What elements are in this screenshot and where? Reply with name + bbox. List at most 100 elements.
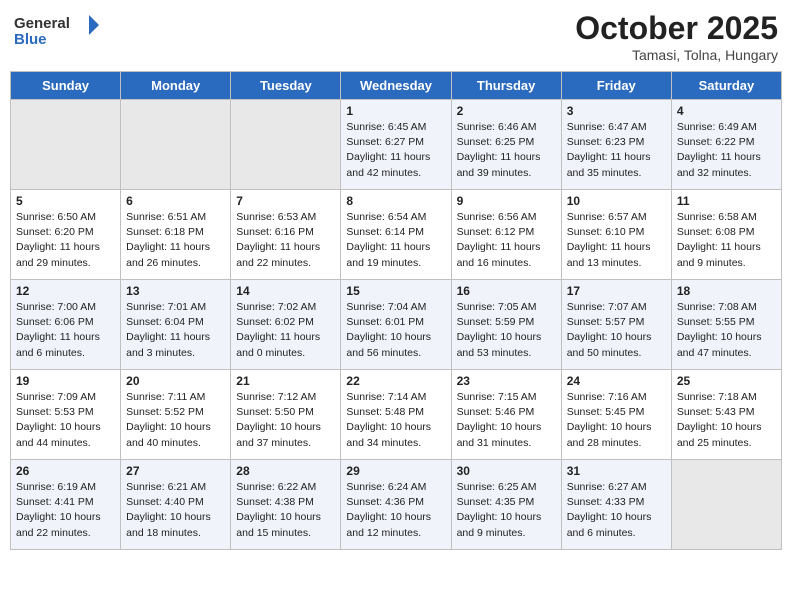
calendar-cell: 11 Sunrise: 6:58 AMSunset: 6:08 PMDayligh… <box>671 190 781 280</box>
day-info: Sunrise: 6:58 AMSunset: 6:08 PMDaylight:… <box>677 210 776 271</box>
calendar-cell: 24 Sunrise: 7:16 AMSunset: 5:45 PMDayligh… <box>561 370 671 460</box>
calendar-cell: 15 Sunrise: 7:04 AMSunset: 6:01 PMDayligh… <box>341 280 451 370</box>
day-number: 5 <box>16 194 115 208</box>
calendar-cell: 23 Sunrise: 7:15 AMSunset: 5:46 PMDayligh… <box>451 370 561 460</box>
calendar-cell: 7 Sunrise: 6:53 AMSunset: 6:16 PMDaylight… <box>231 190 341 280</box>
day-info: Sunrise: 6:53 AMSunset: 6:16 PMDaylight:… <box>236 210 335 271</box>
month-year: October 2025 <box>575 10 778 47</box>
header-day: Saturday <box>671 72 781 100</box>
svg-text:Blue: Blue <box>14 31 47 48</box>
day-number: 12 <box>16 284 115 298</box>
header-day: Tuesday <box>231 72 341 100</box>
calendar-cell: 17Sunrise: 7:07 AMSunset: 5:57 PMDayligh… <box>561 280 671 370</box>
day-info: Sunrise: 6:22 AMSunset: 4:38 PMDaylight:… <box>236 480 335 541</box>
calendar-cell: 26 Sunrise: 6:19 AMSunset: 4:41 PMDayligh… <box>11 460 121 550</box>
calendar-week-row: 12 Sunrise: 7:00 AMSunset: 6:06 PMDayligh… <box>11 280 782 370</box>
day-number: 4 <box>677 104 776 118</box>
calendar-cell: 9 Sunrise: 6:56 AMSunset: 6:12 PMDaylight… <box>451 190 561 280</box>
location: Tamasi, Tolna, Hungary <box>575 47 778 63</box>
day-info: Sunrise: 6:46 AMSunset: 6:25 PMDaylight:… <box>457 120 556 181</box>
logo-icon: General Blue <box>14 10 104 50</box>
day-info: Sunrise: 7:04 AMSunset: 6:01 PMDaylight:… <box>346 300 445 361</box>
day-number: 26 <box>16 464 115 478</box>
day-info: Sunrise: 6:19 AMSunset: 4:41 PMDaylight:… <box>16 480 115 541</box>
calendar-cell: 16 Sunrise: 7:05 AMSunset: 5:59 PMDayligh… <box>451 280 561 370</box>
calendar-cell: 3 Sunrise: 6:47 AMSunset: 6:23 PMDaylight… <box>561 100 671 190</box>
calendar-cell: 5Sunrise: 6:50 AMSunset: 6:20 PMDaylight… <box>11 190 121 280</box>
calendar-cell: 18Sunrise: 7:08 AMSunset: 5:55 PMDayligh… <box>671 280 781 370</box>
calendar-cell <box>121 100 231 190</box>
calendar-cell: 25 Sunrise: 7:18 AMSunset: 5:43 PMDayligh… <box>671 370 781 460</box>
day-info: Sunrise: 7:05 AMSunset: 5:59 PMDaylight:… <box>457 300 556 361</box>
day-info: Sunrise: 6:49 AMSunset: 6:22 PMDaylight:… <box>677 120 776 181</box>
calendar-cell: 30 Sunrise: 6:25 AMSunset: 4:35 PMDayligh… <box>451 460 561 550</box>
calendar-table: SundayMondayTuesdayWednesdayThursdayFrid… <box>10 71 782 550</box>
calendar-cell: 28 Sunrise: 6:22 AMSunset: 4:38 PMDayligh… <box>231 460 341 550</box>
calendar-cell: 4 Sunrise: 6:49 AMSunset: 6:22 PMDaylight… <box>671 100 781 190</box>
day-number: 8 <box>346 194 445 208</box>
header-row: SundayMondayTuesdayWednesdayThursdayFrid… <box>11 72 782 100</box>
day-number: 29 <box>346 464 445 478</box>
calendar-cell: 29 Sunrise: 6:24 AMSunset: 4:36 PMDayligh… <box>341 460 451 550</box>
day-number: 16 <box>457 284 556 298</box>
calendar-week-row: 1Sunrise: 6:45 AMSunset: 6:27 PMDaylight… <box>11 100 782 190</box>
calendar-cell: 6Sunrise: 6:51 AMSunset: 6:18 PMDaylight… <box>121 190 231 280</box>
day-number: 14 <box>236 284 335 298</box>
day-number: 24 <box>567 374 666 388</box>
day-number: 10 <box>567 194 666 208</box>
calendar-cell <box>231 100 341 190</box>
calendar-cell: 21 Sunrise: 7:12 AMSunset: 5:50 PMDayligh… <box>231 370 341 460</box>
calendar-cell <box>11 100 121 190</box>
calendar-cell: 1Sunrise: 6:45 AMSunset: 6:27 PMDaylight… <box>341 100 451 190</box>
calendar-cell: 10 Sunrise: 6:57 AMSunset: 6:10 PMDayligh… <box>561 190 671 280</box>
header-day: Friday <box>561 72 671 100</box>
day-number: 6 <box>126 194 225 208</box>
day-info: Sunrise: 7:16 AMSunset: 5:45 PMDaylight:… <box>567 390 666 451</box>
calendar-cell: 2Sunrise: 6:46 AMSunset: 6:25 PMDaylight… <box>451 100 561 190</box>
day-info: Sunrise: 7:12 AMSunset: 5:50 PMDaylight:… <box>236 390 335 451</box>
day-info: Sunrise: 6:57 AMSunset: 6:10 PMDaylight:… <box>567 210 666 271</box>
header-day: Wednesday <box>341 72 451 100</box>
day-number: 3 <box>567 104 666 118</box>
logo: General Blue <box>14 10 104 50</box>
day-info: Sunrise: 6:56 AMSunset: 6:12 PMDaylight:… <box>457 210 556 271</box>
calendar-cell: 22 Sunrise: 7:14 AMSunset: 5:48 PMDayligh… <box>341 370 451 460</box>
calendar-week-row: 19Sunrise: 7:09 AMSunset: 5:53 PMDayligh… <box>11 370 782 460</box>
day-info: Sunrise: 6:54 AMSunset: 6:14 PMDaylight:… <box>346 210 445 271</box>
day-info: Sunrise: 6:27 AMSunset: 4:33 PMDaylight:… <box>567 480 666 541</box>
calendar-week-row: 26 Sunrise: 6:19 AMSunset: 4:41 PMDayligh… <box>11 460 782 550</box>
header-day: Monday <box>121 72 231 100</box>
day-number: 1 <box>346 104 445 118</box>
day-info: Sunrise: 6:47 AMSunset: 6:23 PMDaylight:… <box>567 120 666 181</box>
day-number: 9 <box>457 194 556 208</box>
day-info: Sunrise: 6:25 AMSunset: 4:35 PMDaylight:… <box>457 480 556 541</box>
day-info: Sunrise: 7:14 AMSunset: 5:48 PMDaylight:… <box>346 390 445 451</box>
day-number: 31 <box>567 464 666 478</box>
day-number: 25 <box>677 374 776 388</box>
day-number: 27 <box>126 464 225 478</box>
day-number: 28 <box>236 464 335 478</box>
day-number: 15 <box>346 284 445 298</box>
day-number: 17 <box>567 284 666 298</box>
day-number: 20 <box>126 374 225 388</box>
day-number: 21 <box>236 374 335 388</box>
header-day: Thursday <box>451 72 561 100</box>
day-number: 11 <box>677 194 776 208</box>
calendar-cell: 14Sunrise: 7:02 AMSunset: 6:02 PMDayligh… <box>231 280 341 370</box>
day-number: 30 <box>457 464 556 478</box>
day-info: Sunrise: 6:24 AMSunset: 4:36 PMDaylight:… <box>346 480 445 541</box>
day-number: 22 <box>346 374 445 388</box>
day-info: Sunrise: 7:18 AMSunset: 5:43 PMDaylight:… <box>677 390 776 451</box>
day-number: 7 <box>236 194 335 208</box>
calendar-cell: 20Sunrise: 7:11 AMSunset: 5:52 PMDayligh… <box>121 370 231 460</box>
day-info: Sunrise: 7:00 AMSunset: 6:06 PMDaylight:… <box>16 300 115 361</box>
calendar-week-row: 5Sunrise: 6:50 AMSunset: 6:20 PMDaylight… <box>11 190 782 280</box>
calendar-cell <box>671 460 781 550</box>
day-number: 23 <box>457 374 556 388</box>
page-header: General Blue October 2025 Tamasi, Tolna,… <box>10 10 782 63</box>
calendar-cell: 19Sunrise: 7:09 AMSunset: 5:53 PMDayligh… <box>11 370 121 460</box>
day-info: Sunrise: 7:09 AMSunset: 5:53 PMDaylight:… <box>16 390 115 451</box>
title-block: October 2025 Tamasi, Tolna, Hungary <box>575 10 778 63</box>
day-info: Sunrise: 7:15 AMSunset: 5:46 PMDaylight:… <box>457 390 556 451</box>
day-info: Sunrise: 7:08 AMSunset: 5:55 PMDaylight:… <box>677 300 776 361</box>
